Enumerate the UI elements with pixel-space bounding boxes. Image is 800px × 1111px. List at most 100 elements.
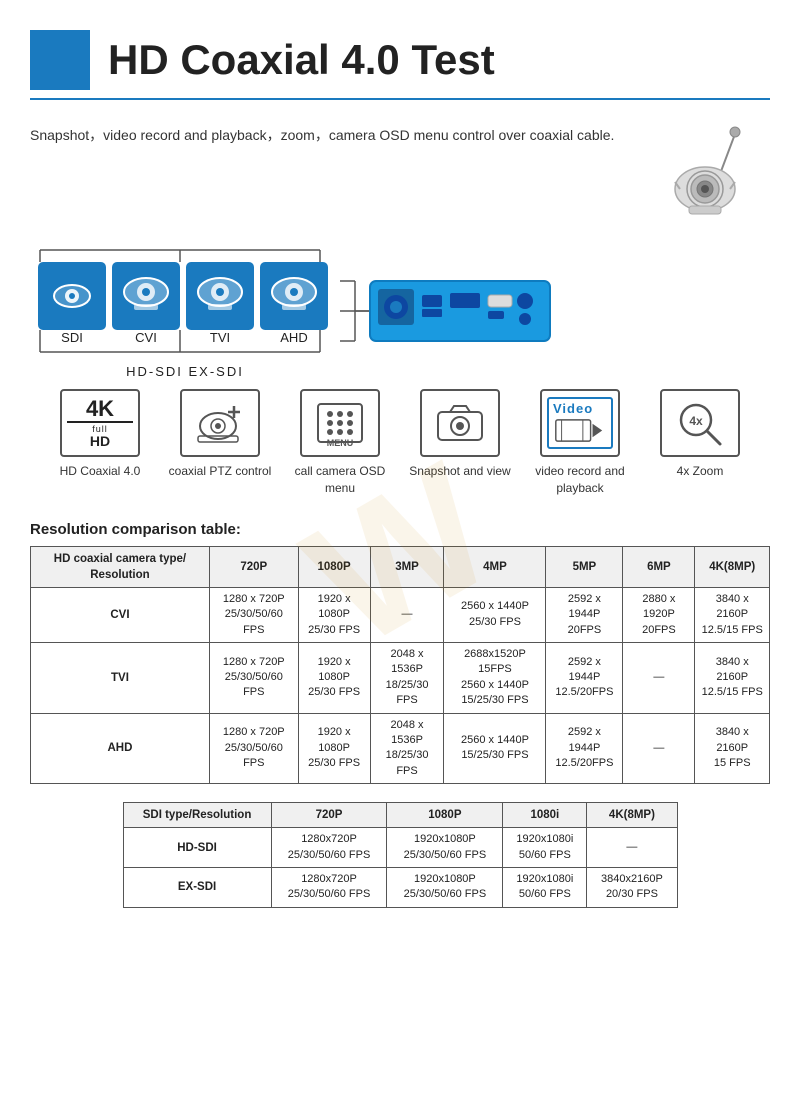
col-header-type: HD coaxial camera type/ Resolution — [31, 546, 210, 587]
feature-ptz: coaxial PTZ control — [165, 389, 275, 480]
header-accent-square — [30, 30, 90, 90]
feature-label-4k: HD Coaxial 4.0 — [60, 463, 141, 480]
sdi-table-cell: 1920x1080i 50/60 FPS — [503, 867, 587, 907]
col-header-720p: 720P — [209, 546, 298, 587]
svg-text:TVI: TVI — [210, 330, 230, 345]
row-label-cvi: CVI — [31, 587, 210, 642]
ptz-feature-svg — [190, 398, 250, 448]
snapshot-feature-svg — [430, 398, 490, 448]
col-header-4k8mp: 4K(8MP) — [695, 546, 770, 587]
feature-snapshot: Snapshot and view — [405, 389, 515, 480]
sdi-col-type: SDI type/Resolution — [123, 803, 271, 828]
sdi-col-4k: 4K(8MP) — [587, 803, 677, 828]
table-row: CVI1280 x 720P 25/30/50/60 FPS1920 x 108… — [31, 587, 770, 642]
page-title: HD Coaxial 4.0 Test — [108, 36, 495, 84]
sdi-table-header-row: SDI type/Resolution 720P 1080P 1080i 4K(… — [123, 803, 677, 828]
svg-text:CVI: CVI — [135, 330, 157, 345]
feature-label-osd: call camera OSD menu — [285, 463, 395, 497]
table-cell: 2592 x 1944P 20FPS — [546, 587, 623, 642]
svg-text:4x: 4x — [689, 414, 703, 428]
sdi-col-1080p: 1080P — [387, 803, 503, 828]
feature-icon-ptz — [180, 389, 260, 457]
sdi-col-1080i: 1080i — [503, 803, 587, 828]
feature-icon-osd: MENU — [300, 389, 380, 457]
table-cell: 2048 x 1536P 18/25/30 FPS — [370, 713, 444, 784]
col-header-5mp: 5MP — [546, 546, 623, 587]
header: HD Coaxial 4.0 Test — [30, 30, 770, 100]
table-cell: 2592 x 1944P 12.5/20FPS — [546, 713, 623, 784]
feature-label-video: video record and playback — [525, 463, 635, 497]
table-cell: 1280 x 720P 25/30/50/60 FPS — [209, 642, 298, 713]
hd-sdi-label: HD-SDI EX-SDI — [126, 364, 244, 379]
sdi-table-body: HD-SDI1280x720P 25/30/50/60 FPS1920x1080… — [123, 828, 677, 908]
table-cell: 1920 x 1080P 25/30 FPS — [298, 587, 370, 642]
sdi-table-cell: 1280x720P 25/30/50/60 FPS — [271, 867, 387, 907]
svg-text:AHD: AHD — [280, 330, 307, 345]
page-content: HD Coaxial 4.0 Test Snapshot，video recor… — [0, 0, 800, 948]
4k-badge: 4K full HD — [67, 397, 133, 449]
table-cell: 1920 x 1080P 25/30 FPS — [298, 642, 370, 713]
bracket-svg: SDI CVI TVI AHD — [30, 242, 340, 362]
sdi-table-cell: — — [587, 828, 677, 868]
table-cell: 2592 x 1944P 12.5/20FPS — [546, 642, 623, 713]
feature-icon-4k: 4K full HD — [60, 389, 140, 457]
table-cell: 2688x1520P 15FPS 2560 x 1440P 15/25/30 F… — [444, 642, 546, 713]
table-cell: — — [370, 587, 444, 642]
table-cell: 3840 x 2160P 12.5/15 FPS — [695, 587, 770, 642]
main-resolution-table: HD coaxial camera type/ Resolution 720P … — [30, 546, 770, 784]
sdi-table-row: EX-SDI1280x720P 25/30/50/60 FPS1920x1080… — [123, 867, 677, 907]
sdi-row-label-hdsdi: HD-SDI — [123, 828, 271, 868]
feature-label-zoom: 4x Zoom — [677, 463, 724, 480]
table-cell: 2560 x 1440P 15/25/30 FPS — [444, 713, 546, 784]
connector-area — [340, 242, 770, 379]
sdi-table-cell: 1920x1080i 50/60 FPS — [503, 828, 587, 868]
table-cell: 2880 x 1920P 20FPS — [623, 587, 695, 642]
table-row: AHD1280 x 720P 25/30/50/60 FPS1920 x 108… — [31, 713, 770, 784]
feature-4k: 4K full HD HD Coaxial 4.0 — [45, 389, 155, 480]
table-cell: — — [623, 642, 695, 713]
feature-icon-video: Video — [540, 389, 620, 457]
connector-svg — [340, 251, 560, 371]
feature-icon-zoom: 4x — [660, 389, 740, 457]
feature-label-ptz: coaxial PTZ control — [169, 463, 272, 480]
sdi-table-cell: 1280x720P 25/30/50/60 FPS — [271, 828, 387, 868]
main-table-body: CVI1280 x 720P 25/30/50/60 FPS1920 x 108… — [31, 587, 770, 783]
sdi-table-cell: 1920x1080P 25/30/50/60 FPS — [387, 867, 503, 907]
sdi-col-720p: 720P — [271, 803, 387, 828]
table-cell: 2560 x 1440P 25/30 FPS — [444, 587, 546, 642]
camera-diagram-row: SDI CVI TVI AHD HD-SDI EX-SDI — [30, 242, 770, 379]
table-cell: 1280 x 720P 25/30/50/60 FPS — [209, 587, 298, 642]
table-cell: 3840 x 2160P 12.5/15 FPS — [695, 642, 770, 713]
table-cell: 1920 x 1080P 25/30 FPS — [298, 713, 370, 784]
sdi-table-cell: 3840x2160P 20/30 FPS — [587, 867, 677, 907]
sdi-row-label-exsdi: EX-SDI — [123, 867, 271, 907]
col-header-4mp: 4MP — [444, 546, 546, 587]
table-header-row: HD coaxial camera type/ Resolution 720P … — [31, 546, 770, 587]
feature-label-snapshot: Snapshot and view — [409, 463, 510, 480]
features-row: 4K full HD HD Coaxial 4.0 — [30, 389, 770, 497]
ptz-camera-image — [640, 124, 770, 224]
feature-video: Video video record and playback — [525, 389, 635, 497]
svg-text:MENU: MENU — [327, 438, 354, 448]
table-cell: 3840 x 2160P 15 FPS — [695, 713, 770, 784]
table-cell: 1280 x 720P 25/30/50/60 FPS — [209, 713, 298, 784]
row-label-tvi: TVI — [31, 642, 210, 713]
sdi-table-row: HD-SDI1280x720P 25/30/50/60 FPS1920x1080… — [123, 828, 677, 868]
svg-text:SDI: SDI — [61, 330, 83, 345]
col-header-3mp: 3MP — [370, 546, 444, 587]
ptz-camera-svg — [645, 124, 765, 224]
video-badge-icon: Video — [547, 397, 613, 449]
video-record-svg — [553, 416, 605, 445]
zoom-feature-svg: 4x — [670, 398, 730, 448]
resolution-title: Resolution comparison table: — [30, 521, 770, 538]
table-row: TVI1280 x 720P 25/30/50/60 FPS1920 x 108… — [31, 642, 770, 713]
sdi-resolution-table: SDI type/Resolution 720P 1080P 1080i 4K(… — [123, 802, 678, 908]
table-cell: 2048 x 1536P 18/25/30 FPS — [370, 642, 444, 713]
intro-section: Snapshot，video record and playback，zoom，… — [30, 124, 770, 224]
feature-osd: MENU call camera OSD menu — [285, 389, 395, 497]
table-cell: — — [623, 713, 695, 784]
sdi-table-cell: 1920x1080P 25/30/50/60 FPS — [387, 828, 503, 868]
feature-zoom: 4x 4x Zoom — [645, 389, 755, 480]
osd-feature-svg: MENU — [310, 398, 370, 448]
row-label-ahd: AHD — [31, 713, 210, 784]
